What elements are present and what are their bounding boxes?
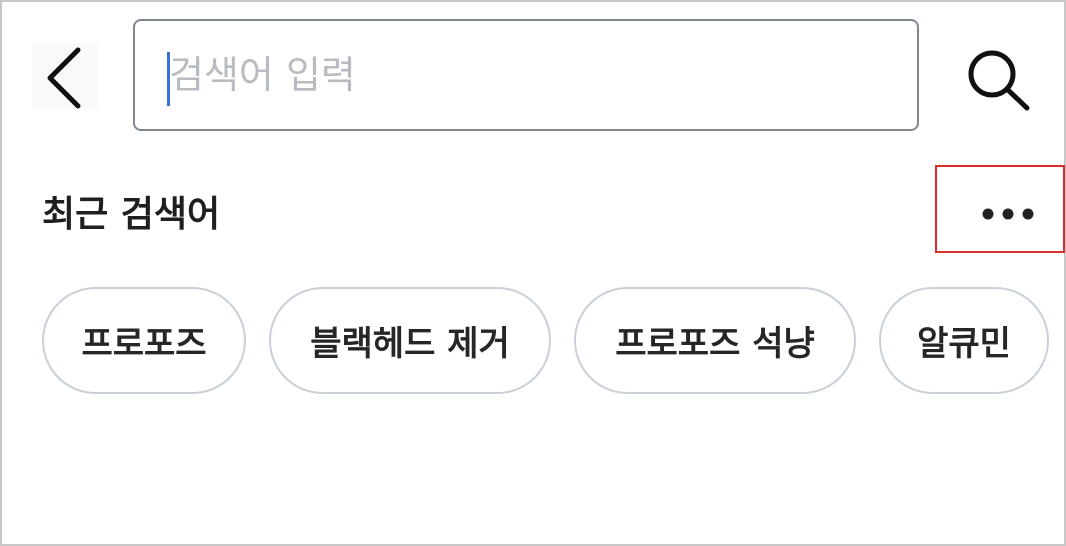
chevron-left-icon	[47, 47, 81, 109]
recent-search-chip[interactable]: 알큐민	[879, 287, 1049, 394]
search-input[interactable]	[169, 41, 889, 109]
search-screen: 최근 검색어 프로포즈 블랙헤드 제거 프로포즈 석냥 알큐민	[0, 0, 1066, 546]
search-box[interactable]	[133, 19, 919, 131]
recent-search-chip[interactable]: 프로포즈	[42, 287, 246, 394]
back-button[interactable]	[32, 43, 98, 109]
search-button[interactable]	[964, 46, 1034, 112]
recent-search-chip[interactable]: 블랙헤드 제거	[269, 287, 551, 394]
magnifier-icon	[968, 50, 1030, 111]
recent-search-chip[interactable]: 프로포즈 석냥	[574, 287, 856, 394]
recent-searches-title: 최근 검색어	[42, 194, 221, 235]
more-options-button[interactable]	[935, 165, 1065, 253]
more-horizontal-icon	[982, 208, 1034, 220]
